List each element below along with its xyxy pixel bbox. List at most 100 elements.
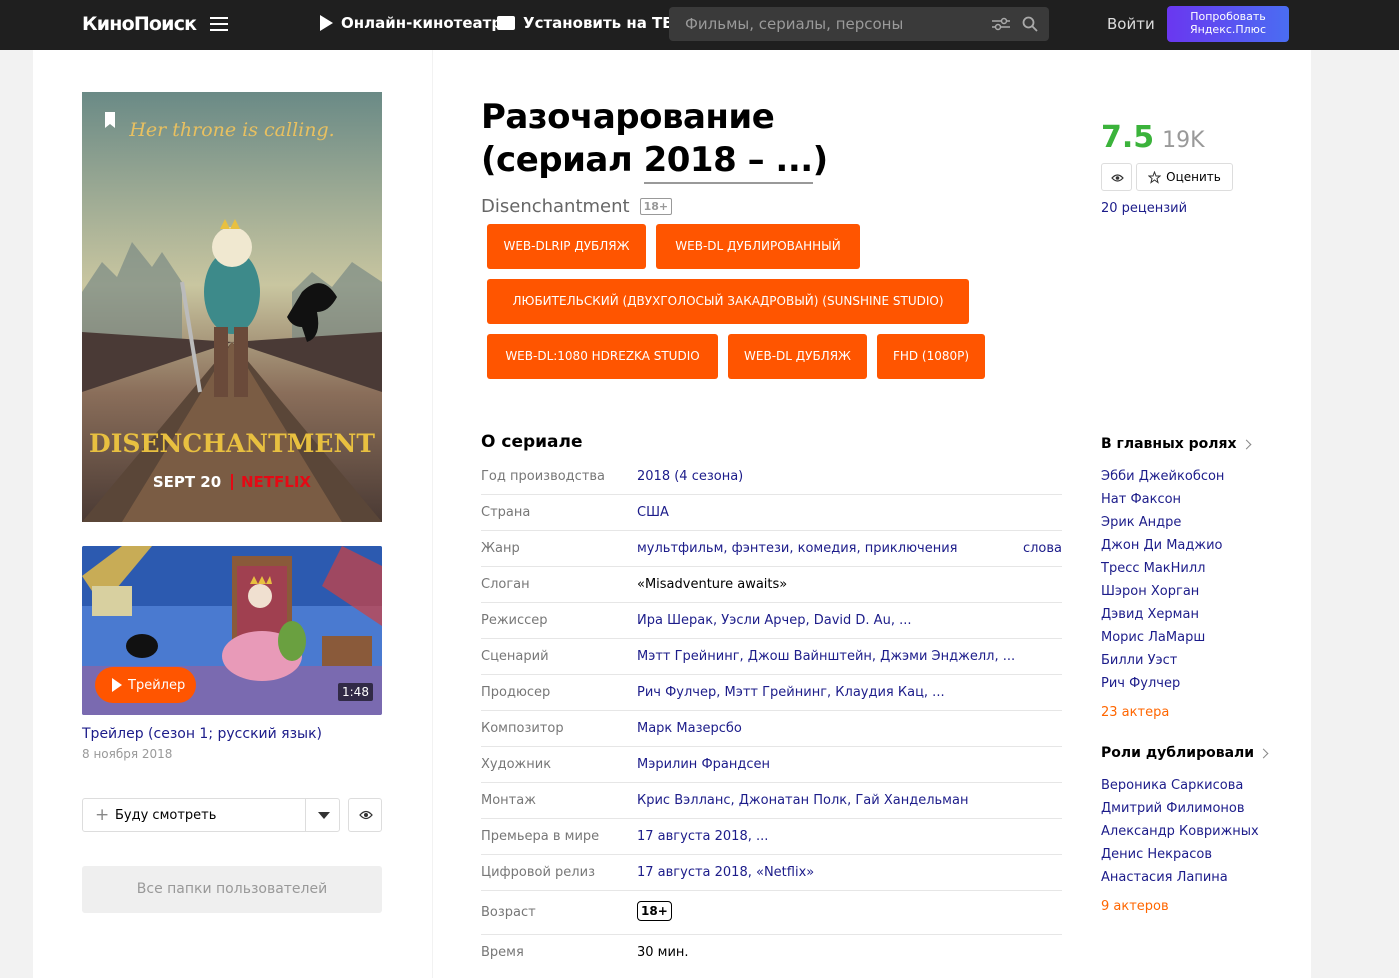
yandex-plus-button[interactable]: Попробовать Яндекс.Плюс — [1167, 6, 1289, 42]
poster-image[interactable]: Her throne is calling. DISENCHANTMENT SE… — [82, 92, 382, 522]
chevron-down-icon[interactable] — [318, 812, 330, 819]
info-value[interactable]: 17 августа 2018, «Netflix» — [637, 865, 814, 880]
search-input[interactable] — [685, 7, 985, 41]
watched-toggle[interactable] — [348, 798, 382, 832]
site-logo[interactable]: КиноПоиск — [82, 13, 197, 35]
poster-tagline: Her throne is calling. — [128, 119, 334, 141]
info-value[interactable]: Крис Вэлланс, Джонатан Полк, Гай Хандель… — [637, 793, 968, 808]
quality-tag[interactable]: ЛЮБИТЕЛЬСКИЙ (ДВУХГОЛОСЫЙ ЗАКАДРОВЫЙ) (S… — [487, 279, 969, 324]
info-value: «Misadventure awaits» — [637, 577, 788, 592]
dubbing-more-link[interactable]: 9 актеров — [1101, 899, 1169, 914]
search-bar — [669, 7, 1049, 41]
rate-label: Оценить — [1166, 170, 1221, 184]
quality-tag[interactable]: FHD (1080P) — [877, 334, 985, 379]
cast-more-link[interactable]: 23 актера — [1101, 705, 1169, 720]
info-value[interactable]: Ира Шерак, Уэсли Арчер, David D. Au, ... — [637, 613, 911, 628]
nav-tv-label: Установить на ТВ — [523, 14, 674, 32]
watched-toggle[interactable] — [1101, 163, 1132, 191]
cast-member[interactable]: Тресс МакНилл — [1101, 561, 1206, 576]
nav-online-label: Онлайн-кинотеатр — [341, 14, 503, 32]
info-label: Время — [481, 945, 524, 960]
rate-button[interactable]: Оценить — [1136, 163, 1233, 191]
cast-heading: В главных ролях — [1101, 436, 1237, 452]
user-folders-button[interactable]: Все папки пользователей — [82, 866, 382, 913]
info-label: Режиссер — [481, 613, 548, 628]
nav-install-tv[interactable]: Установить на ТВ — [497, 14, 674, 32]
chevron-right-icon — [1241, 439, 1252, 449]
info-row: Монтаж Крис Вэлланс, Джонатан Полк, Гай … — [481, 783, 1062, 819]
cast-member[interactable]: Морис ЛаМарш — [1101, 630, 1205, 645]
title-year-link[interactable]: 2018 – ... — [643, 140, 813, 184]
info-label: Жанр — [481, 541, 520, 556]
cast-member[interactable]: Билли Уэст — [1101, 653, 1177, 668]
plus-line2: Яндекс.Плюс — [1189, 23, 1266, 36]
info-value[interactable]: 17 августа 2018, ... — [637, 829, 768, 844]
poster-logo-text: DISENCHANTMENT — [89, 429, 375, 458]
rating-count: 19K — [1162, 128, 1205, 153]
dubbing-heading: Роли дублировали — [1101, 745, 1255, 761]
reviews-link[interactable]: 20 рецензий — [1101, 201, 1187, 216]
info-row: Жанр мультфильм, фэнтези, комедия, прикл… — [481, 531, 1062, 567]
dubbing-member[interactable]: Анастасия Лапина — [1101, 870, 1228, 885]
rating-block: 7.5 19K — [1101, 120, 1205, 155]
cast-member[interactable]: Дэвид Херман — [1101, 607, 1199, 622]
eye-icon — [1111, 174, 1124, 182]
info-row: Режиссер Ира Шерак, Уэсли Арчер, David D… — [481, 603, 1062, 639]
info-value[interactable]: 2018 (4 сезона) — [637, 469, 743, 484]
cast-member[interactable]: Рич Фулчер — [1101, 676, 1180, 691]
trailer-play-button[interactable]: Трейлер — [95, 667, 196, 703]
nav-online-cinema[interactable]: Онлайн-кинотеатр — [320, 14, 502, 32]
cast-member[interactable]: Эрик Андре — [1101, 515, 1181, 530]
info-value[interactable]: Марк Мазерсбо — [637, 721, 742, 736]
keywords-link[interactable]: слова — [1023, 541, 1062, 556]
search-icon[interactable] — [1022, 16, 1038, 32]
info-label: Продюсер — [481, 685, 551, 700]
info-label: Страна — [481, 505, 531, 520]
info-value[interactable]: Мэтт Грейнинг, Джош Вайнштейн, Джэми Энд… — [637, 649, 1015, 664]
page-title: Разочарование (сериал 2018 – ...) — [481, 96, 1041, 184]
info-label: Цифровой релиз — [481, 865, 595, 880]
dubbing-member[interactable]: Дмитрий Филимонов — [1101, 801, 1245, 816]
menu-icon[interactable] — [210, 17, 228, 31]
dubbing-heading-link[interactable]: Роли дублировали — [1101, 745, 1269, 761]
cast-heading-link[interactable]: В главных ролях — [1101, 436, 1252, 452]
info-label: Премьера в мире — [481, 829, 600, 844]
info-value[interactable]: США — [637, 505, 669, 520]
play-icon — [112, 678, 122, 692]
info-value[interactable]: Мэрилин Франдсен — [637, 757, 770, 772]
filter-icon[interactable] — [992, 17, 1010, 31]
info-value[interactable]: Рич Фулчер, Мэтт Грейнинг, Клаудия Кац, … — [637, 685, 945, 700]
top-header: КиноПоиск Онлайн-кинотеатр Установить на… — [0, 0, 1399, 50]
dubbing-member[interactable]: Вероника Саркисова — [1101, 778, 1243, 793]
quality-tag[interactable]: WEB-DL ДУБЛЯЖ — [728, 334, 867, 379]
info-row: Год производства 2018 (4 сезона) — [481, 466, 1062, 495]
dubbing-member[interactable]: Александр Коврижных — [1101, 824, 1259, 839]
info-row: Время 30 мин. — [481, 935, 1062, 971]
cast-member[interactable]: Нат Факсон — [1101, 492, 1181, 507]
trailer-title-link[interactable]: Трейлер (сезон 1; русский язык) — [82, 726, 322, 742]
watch-later-button[interactable]: + Буду смотреть — [82, 798, 340, 832]
quality-tag[interactable]: WEB-DL ДУБЛИРОВАННЫЙ — [656, 224, 860, 269]
divider — [305, 799, 306, 831]
play-icon — [320, 15, 333, 31]
title-line1: Разочарование — [481, 97, 775, 137]
dubbing-member[interactable]: Денис Некрасов — [1101, 847, 1212, 862]
rating-value: 7.5 — [1101, 120, 1155, 155]
info-label: Монтаж — [481, 793, 536, 808]
star-icon — [1148, 170, 1162, 184]
cast-member[interactable]: Джон Ди Маджио — [1101, 538, 1222, 553]
age-badge: 18+ — [639, 198, 673, 215]
watch-later-label: Буду смотреть — [115, 808, 217, 823]
quality-tag[interactable]: WEB-DL:1080 HDREZKA STUDIO — [487, 334, 718, 379]
info-label: Слоган — [481, 577, 530, 592]
title-line2: (сериал 2018 – ...) — [481, 139, 1041, 184]
cast-member[interactable]: Шэрон Хорган — [1101, 584, 1199, 599]
trailer-duration: 1:48 — [338, 683, 373, 701]
bookmark-icon[interactable] — [96, 104, 124, 136]
info-row: Продюсер Рич Фулчер, Мэтт Грейнинг, Клау… — [481, 675, 1062, 711]
info-value[interactable]: мультфильм, фэнтези, комедия, приключени… — [637, 541, 957, 556]
cast-member[interactable]: Эбби Джейкобсон — [1101, 469, 1224, 484]
quality-tag[interactable]: WEB-DLRIP ДУБЛЯЖ — [487, 224, 646, 269]
info-label: Композитор — [481, 721, 564, 736]
login-link[interactable]: Войти — [1107, 15, 1155, 33]
